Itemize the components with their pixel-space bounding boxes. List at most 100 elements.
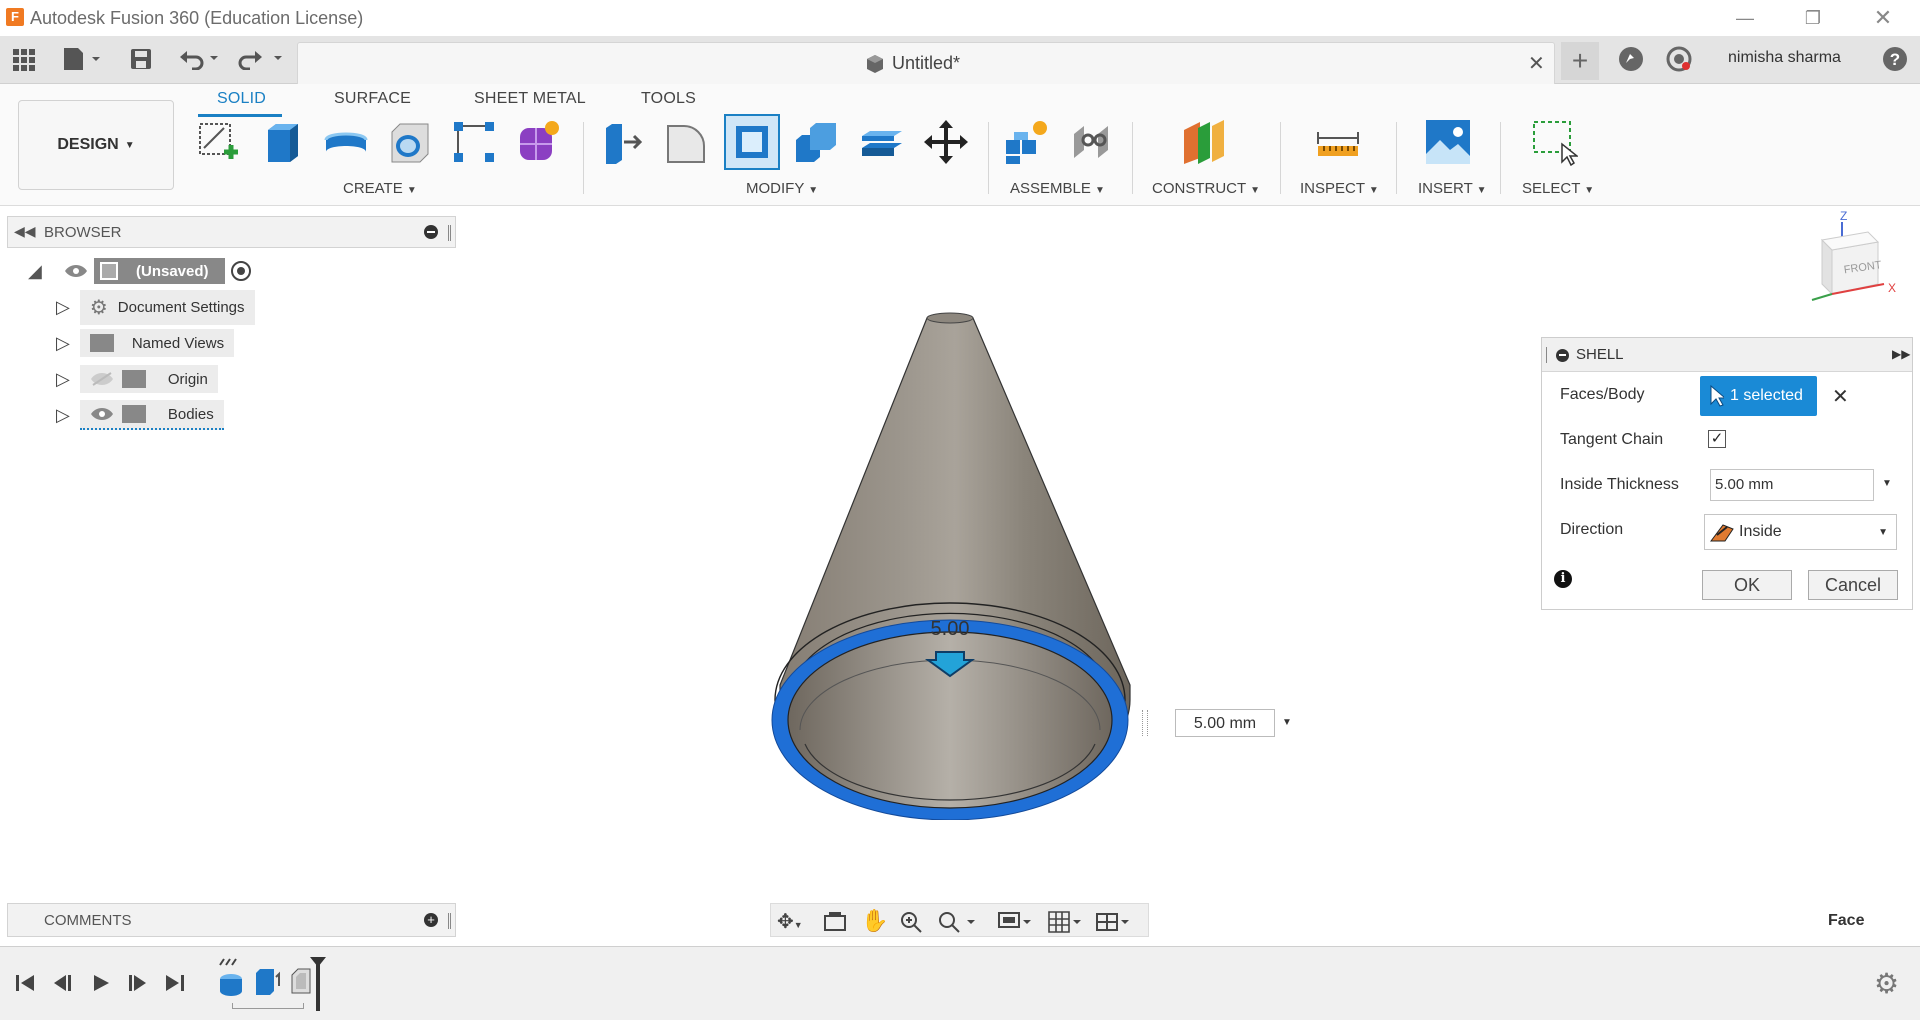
- inside-thickness-field[interactable]: 5.00 mm: [1710, 469, 1874, 501]
- shelled-cone-body[interactable]: 5.00: [760, 300, 1160, 820]
- play-icon[interactable]: [90, 973, 112, 993]
- tangent-chain-checkbox[interactable]: ✓: [1708, 430, 1726, 448]
- insert-image-icon[interactable]: [1424, 118, 1472, 166]
- save-icon[interactable]: [130, 48, 152, 70]
- create-sketch-icon[interactable]: [194, 118, 242, 166]
- tree-item-row[interactable]: ⚙ Document Settings: [79, 289, 255, 325]
- user-account-name[interactable]: nimisha sharma: [1728, 49, 1841, 67]
- tree-item-origin[interactable]: ▷ Origin: [28, 364, 448, 394]
- tree-root[interactable]: ◢ (Unsaved): [28, 256, 448, 286]
- measure-icon[interactable]: [1314, 118, 1362, 166]
- timeline-feature-extrude-icon[interactable]: [252, 963, 282, 999]
- offset-face-icon[interactable]: [858, 118, 906, 166]
- add-comment-icon[interactable]: +: [424, 913, 438, 927]
- expand-triangle-icon[interactable]: ▷: [56, 333, 70, 354]
- app-grid-icon[interactable]: [12, 48, 36, 72]
- browser-panel-header[interactable]: ◀◀ BROWSER: [7, 216, 456, 248]
- zoom-icon[interactable]: [899, 910, 923, 934]
- inspect-group-label[interactable]: INSPECT ▼: [1300, 180, 1379, 197]
- direction-dropdown[interactable]: Inside ▼: [1704, 514, 1897, 550]
- hole-icon[interactable]: [386, 118, 434, 166]
- move-icon[interactable]: [922, 118, 970, 166]
- grid-settings-icon[interactable]: [1047, 910, 1085, 934]
- ok-button[interactable]: OK: [1702, 570, 1792, 600]
- tree-item-row[interactable]: Origin: [79, 365, 218, 393]
- new-component-icon[interactable]: [1002, 118, 1050, 166]
- tree-item-document-settings[interactable]: ▷ ⚙ Document Settings: [28, 289, 448, 325]
- panel-grip-icon[interactable]: [448, 225, 451, 241]
- close-window-button[interactable]: ✕: [1860, 4, 1906, 32]
- shell-dialog-header[interactable]: SHELL ▶▶: [1542, 338, 1912, 372]
- timeline-settings-gear-icon[interactable]: ⚙: [1874, 967, 1899, 1000]
- extrude-icon[interactable]: [258, 118, 306, 166]
- panel-grip-icon[interactable]: [448, 913, 451, 929]
- pan-hand-icon[interactable]: ✋: [861, 908, 888, 934]
- tree-item-named-views[interactable]: ▷ Named Views: [28, 328, 448, 358]
- expand-triangle-icon[interactable]: ▷: [56, 369, 70, 390]
- tree-item-row[interactable]: Named Views: [79, 329, 235, 357]
- extensions-icon[interactable]: [1618, 46, 1644, 72]
- expand-triangle-icon[interactable]: ▷: [56, 297, 70, 318]
- create-form-icon[interactable]: [514, 118, 562, 166]
- thickness-dropdown-icon[interactable]: ▼: [1278, 709, 1296, 737]
- dimension-grip-icon[interactable]: [1142, 710, 1148, 736]
- tree-item-bodies[interactable]: ▷ Bodies: [28, 400, 448, 430]
- pattern-icon[interactable]: [450, 118, 498, 166]
- cancel-button[interactable]: Cancel: [1808, 570, 1898, 600]
- revolve-icon[interactable]: [322, 118, 370, 166]
- shell-tool-active[interactable]: [724, 114, 780, 170]
- fillet-icon[interactable]: [662, 118, 710, 166]
- dialog-grip-icon[interactable]: [1546, 347, 1549, 363]
- viewports-icon[interactable]: [1095, 910, 1133, 934]
- modify-group-label[interactable]: MODIFY ▼: [746, 180, 818, 197]
- insert-group-label[interactable]: INSERT ▼: [1418, 180, 1487, 197]
- construct-group-label[interactable]: CONSTRUCT ▼: [1152, 180, 1260, 197]
- display-settings-icon[interactable]: [997, 910, 1035, 934]
- combine-icon[interactable]: [792, 118, 840, 166]
- viewcube[interactable]: Z FRONT X: [1802, 210, 1912, 310]
- thickness-field-dropdown-icon[interactable]: ▼: [1882, 478, 1892, 489]
- timeline-feature-sketch-icon[interactable]: [216, 957, 246, 999]
- window-select-icon[interactable]: [1530, 118, 1578, 166]
- close-tab-icon[interactable]: ✕: [1528, 51, 1545, 76]
- restore-button[interactable]: ❐: [1790, 4, 1836, 32]
- assemble-group-label[interactable]: ASSEMBLE ▼: [1010, 180, 1105, 197]
- tree-item-row[interactable]: Bodies: [79, 400, 224, 430]
- minimize-panel-icon[interactable]: [424, 225, 438, 239]
- faces-body-selector[interactable]: 1 selected: [1700, 376, 1817, 416]
- redo-icon[interactable]: [238, 48, 286, 70]
- visibility-eye-icon[interactable]: [90, 406, 114, 422]
- document-tab[interactable]: Untitled* ✕: [297, 42, 1555, 84]
- info-icon[interactable]: i: [1554, 570, 1572, 588]
- step-back-icon[interactable]: [52, 973, 74, 993]
- timeline-feature-shell-icon[interactable]: [288, 963, 318, 999]
- press-pull-icon[interactable]: [598, 118, 646, 166]
- expand-triangle-icon[interactable]: ▷: [56, 405, 70, 426]
- offset-plane-icon[interactable]: [1180, 118, 1228, 166]
- go-to-end-icon[interactable]: [164, 973, 186, 993]
- visibility-eye-icon[interactable]: [64, 263, 88, 279]
- comments-panel-header[interactable]: COMMENTS +: [7, 903, 456, 937]
- workspace-switcher[interactable]: DESIGN ▼: [18, 100, 174, 190]
- minimize-button[interactable]: —: [1722, 4, 1768, 32]
- tab-tools[interactable]: TOOLS: [641, 90, 696, 108]
- tab-sheet-metal[interactable]: SHEET METAL: [474, 90, 586, 108]
- collapse-triangle-icon[interactable]: ◢: [28, 261, 48, 282]
- file-menu-icon[interactable]: [62, 46, 104, 72]
- help-icon[interactable]: ?: [1882, 46, 1908, 72]
- fit-view-icon[interactable]: [937, 910, 977, 934]
- go-to-start-icon[interactable]: [14, 973, 36, 993]
- create-group-label[interactable]: CREATE ▼: [343, 180, 417, 197]
- collapse-panel-icon[interactable]: ◀◀: [14, 223, 36, 240]
- joint-icon[interactable]: [1068, 118, 1116, 166]
- tab-solid[interactable]: SOLID: [217, 90, 266, 108]
- collapse-dialog-icon[interactable]: [1556, 349, 1569, 362]
- select-group-label[interactable]: SELECT ▼: [1522, 180, 1594, 197]
- expand-dialog-icon[interactable]: ▶▶: [1892, 347, 1910, 361]
- job-status-icon[interactable]: [1666, 46, 1692, 72]
- hidden-eye-icon[interactable]: [90, 371, 114, 387]
- orbit-icon[interactable]: ✥▼: [777, 909, 803, 934]
- tab-surface[interactable]: SURFACE: [334, 90, 411, 108]
- viewport-thickness-input[interactable]: 5.00 mm: [1175, 709, 1275, 737]
- look-at-icon[interactable]: [823, 910, 847, 932]
